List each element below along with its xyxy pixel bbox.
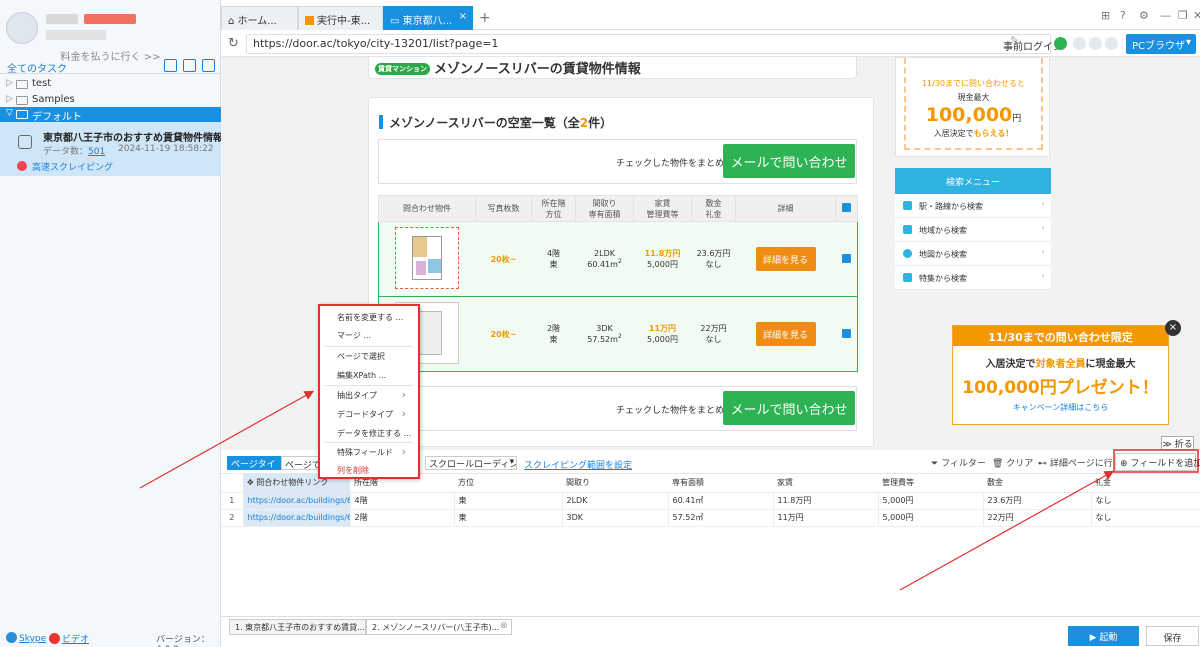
start-button[interactable]: ▶ 起動 [1068, 626, 1139, 646]
task-tab-label: 2. メゾンノースリバー(八王子市)... [372, 623, 500, 632]
play-icon: ▶ [1089, 633, 1100, 643]
task-tab-2[interactable]: 2. メゾンノースリバー(八王子市)... [366, 619, 512, 635]
status-bar: 1. 東京都八王子市のおすすめ賃貸... 2. メゾンノースリバー(八王子市).… [221, 616, 1200, 647]
task-tab-1[interactable]: 1. 東京都八王子市のおすすめ賃貸... [229, 619, 366, 635]
arrow-to-menu [139, 390, 315, 489]
annotation-arrows [139, 390, 1199, 591]
arrow-to-add-field [899, 470, 1115, 591]
save-button[interactable]: 保存 [1146, 626, 1199, 646]
add-field-highlight [1113, 449, 1199, 473]
app-window: 料金を払うに行く >> 全てのタスク ▷ test ▷ Samples ▽ デフ… [0, 0, 1200, 647]
start-label: 起動 [1099, 633, 1118, 643]
close-icon[interactable]: ⊗ [500, 621, 508, 631]
